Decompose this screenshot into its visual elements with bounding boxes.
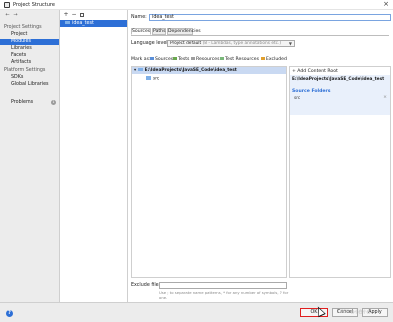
chevron-down-icon: ▼ xyxy=(288,41,292,46)
module-name-input[interactable]: idea_test xyxy=(149,14,391,21)
module-settings: Name: idea_test Sources Paths Dependenci… xyxy=(129,10,393,302)
section-title-project-settings: Project Settings xyxy=(4,25,42,30)
remove-source-folder-icon[interactable]: × xyxy=(383,95,387,100)
mark-as-test-resources[interactable]: Test Resources xyxy=(220,56,259,64)
tests-folder-icon xyxy=(173,56,177,61)
close-icon[interactable]: × xyxy=(383,1,389,8)
source-folders-title: Source Folders xyxy=(292,89,331,94)
resources-folder-icon xyxy=(191,56,195,61)
language-level-value: Project default xyxy=(170,41,202,46)
language-level-select[interactable]: Project default (8 - Lambdas, type annot… xyxy=(167,40,295,47)
tree-root-path: E:\IdeaProjects\JavaSE_Code\idea_test xyxy=(144,68,237,73)
source-tree[interactable]: ▾ E:\IdeaProjects\JavaSE_Code\idea_test … xyxy=(131,66,287,278)
copy-module-icon[interactable] xyxy=(80,13,84,17)
exclude-files-label: Exclude files: xyxy=(131,283,163,288)
remove-module-icon[interactable]: − xyxy=(71,12,77,18)
tab-paths[interactable]: Paths xyxy=(152,28,166,35)
add-content-root-button[interactable]: + Add Content Root xyxy=(292,69,338,74)
intellij-icon xyxy=(4,2,10,8)
settings-sidebar: ← → Project Settings Project Modules Lib… xyxy=(0,10,60,302)
section-title-platform-settings: Platform Settings xyxy=(4,68,46,73)
source-folder-icon xyxy=(146,76,151,80)
problems-count-badge: 1 xyxy=(51,100,56,105)
exclude-files-hint: Use ; to separate name patterns, * for a… xyxy=(159,290,289,300)
sidebar-item-libraries[interactable]: Libraries xyxy=(4,46,59,52)
language-level-label: Language level: xyxy=(131,41,170,46)
content-root-block: E:\IdeaProjects\JavaSE_Code\idea_test So… xyxy=(290,75,390,115)
modules-panel: + − idea_test xyxy=(60,10,128,302)
module-name: idea_test xyxy=(72,21,94,26)
mark-as-resources[interactable]: Resources xyxy=(191,56,219,64)
watermark: CSDN @小白小白 xyxy=(338,309,371,314)
exclude-files-input[interactable] xyxy=(159,282,287,289)
tab-dependencies[interactable]: Dependencies xyxy=(167,28,201,35)
sidebar-item-modules[interactable]: Modules xyxy=(0,39,59,45)
excluded-folder-icon xyxy=(261,56,265,61)
tree-item-label: src xyxy=(153,76,160,82)
mark-as-label: Mark as: xyxy=(131,57,151,62)
mark-as-sources[interactable]: Sources xyxy=(150,56,173,64)
name-label: Name: xyxy=(131,15,147,20)
module-folder-icon xyxy=(65,20,70,25)
mark-as-tests[interactable]: Tests xyxy=(173,56,189,64)
mark-as-excluded[interactable]: Excluded xyxy=(261,56,287,64)
tab-divider xyxy=(131,35,389,36)
sidebar-item-artifacts[interactable]: Artifacts xyxy=(4,60,59,66)
dialog-footer: ? OK Cancel Apply xyxy=(0,302,393,322)
module-list-item[interactable]: idea_test xyxy=(60,20,127,27)
test-resources-folder-icon xyxy=(220,56,224,61)
sources-folder-icon xyxy=(150,56,154,61)
window-title: Project Structure xyxy=(13,2,55,8)
content-root-panel: + Add Content Root E:\IdeaProjects\JavaS… xyxy=(289,66,391,278)
tab-sources[interactable]: Sources xyxy=(131,28,151,35)
help-icon[interactable]: ? xyxy=(6,310,13,317)
sidebar-item-global-libraries[interactable]: Global Libraries xyxy=(4,82,59,88)
title-bar: Project Structure × xyxy=(0,0,393,10)
back-arrow-icon[interactable]: ← xyxy=(4,12,11,18)
sidebar-item-facets[interactable]: Facets xyxy=(4,53,59,59)
add-module-icon[interactable]: + xyxy=(63,12,69,18)
forward-arrow-icon[interactable]: → xyxy=(12,12,19,18)
language-level-hint: (8 - Lambdas, type annotations etc.) xyxy=(202,41,282,46)
sidebar-item-sdks[interactable]: SDKs xyxy=(4,75,59,81)
content-root-path: E:\IdeaProjects\JavaSE_Code\idea_test xyxy=(292,77,385,82)
folder-icon xyxy=(137,67,143,72)
source-folder-item: src xyxy=(294,96,301,101)
sidebar-item-project[interactable]: Project xyxy=(4,32,59,38)
tree-item[interactable]: src xyxy=(146,76,159,82)
tree-root-row[interactable]: ▾ E:\IdeaProjects\JavaSE_Code\idea_test xyxy=(132,67,286,74)
